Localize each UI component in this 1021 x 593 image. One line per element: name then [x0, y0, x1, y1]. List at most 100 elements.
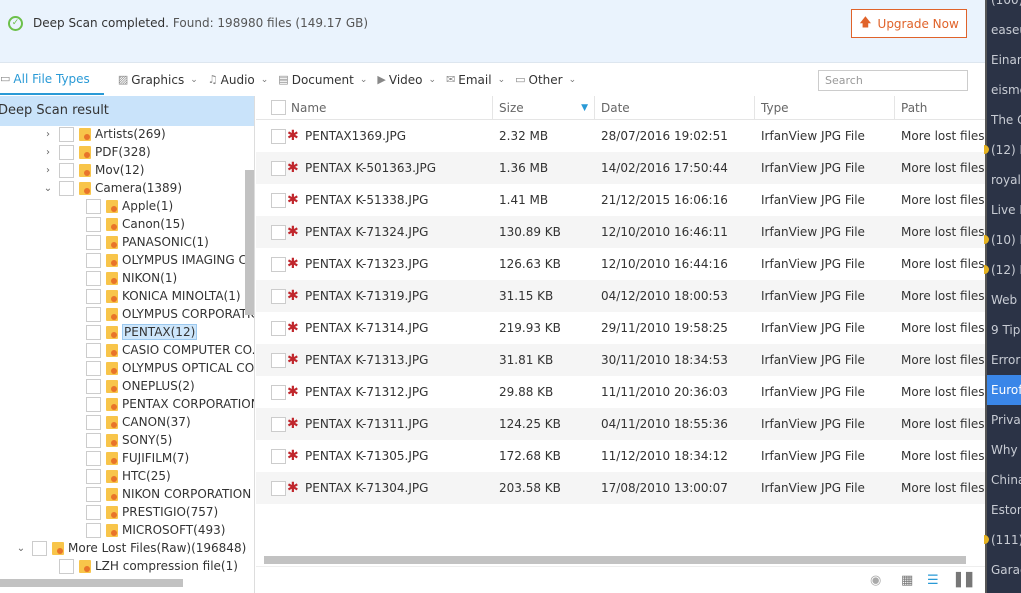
- tree-checkbox[interactable]: [86, 486, 101, 502]
- tree-node[interactable]: OLYMPUS IMAGING CO: [68, 251, 254, 269]
- table-row[interactable]: ✱ PENTAX K-71314.JPG 219.93 KB 29/11/2010 1…: [256, 312, 985, 344]
- tree-node[interactable]: Apple(1): [68, 197, 173, 215]
- tree-checkbox[interactable]: [32, 540, 47, 556]
- tree-checkbox[interactable]: [59, 162, 74, 178]
- tree-checkbox[interactable]: [86, 234, 101, 250]
- table-row[interactable]: ✱ PENTAX K-71313.JPG 31.81 KB 30/11/2010 18…: [256, 344, 985, 376]
- tree-node[interactable]: HTC(25): [68, 467, 171, 485]
- side-tab[interactable]: (100) I: [991, 0, 1021, 15]
- row-checkbox[interactable]: [271, 384, 286, 400]
- tree-node[interactable]: CANON(37): [68, 413, 191, 431]
- tree-checkbox[interactable]: [86, 252, 101, 268]
- table-row[interactable]: ✱ PENTAX K-71324.JPG 130.89 KB 12/10/2010 1…: [256, 216, 985, 248]
- preview-eye-icon[interactable]: ◉: [870, 573, 881, 588]
- table-row[interactable]: ✱ PENTAX K-51338.JPG 1.41 MB 21/12/2015 16:…: [256, 184, 985, 216]
- tree-checkbox[interactable]: [86, 198, 101, 214]
- tree-node[interactable]: LZH compression file(1): [41, 557, 238, 575]
- row-checkbox[interactable]: [271, 160, 286, 176]
- side-tab[interactable]: Estoni: [991, 495, 1021, 525]
- tree-node[interactable]: › Artists(269): [41, 125, 166, 143]
- tree-node[interactable]: PANASONIC(1): [68, 233, 209, 251]
- chevron-right-icon[interactable]: ›: [41, 147, 55, 158]
- tree-checkbox[interactable]: [59, 558, 74, 574]
- tree-node[interactable]: KONICA MINOLTA(1): [68, 287, 241, 305]
- tree-node[interactable]: Canon(15): [68, 215, 185, 233]
- tree-node[interactable]: FUJIFILM(7): [68, 449, 189, 467]
- table-row[interactable]: ✱ PENTAX K-71319.JPG 31.15 KB 04/12/2010 18…: [256, 280, 985, 312]
- chevron-down-icon[interactable]: ⌄: [360, 75, 368, 85]
- row-checkbox[interactable]: [271, 288, 286, 304]
- tree-checkbox[interactable]: [59, 144, 74, 160]
- tab-all-file-types[interactable]: ▭ All File Types: [0, 64, 104, 95]
- side-tab[interactable]: Privac: [991, 405, 1021, 435]
- chevron-down-icon[interactable]: ⌄: [190, 75, 198, 85]
- side-tab[interactable]: China': [991, 465, 1021, 495]
- tree-checkbox[interactable]: [86, 360, 101, 376]
- tree-checkbox[interactable]: [86, 288, 101, 304]
- tree-checkbox[interactable]: [86, 414, 101, 430]
- tree-node[interactable]: PENTAX(12): [68, 323, 198, 341]
- tree-checkbox[interactable]: [59, 126, 74, 142]
- tree-checkbox[interactable]: [86, 396, 101, 412]
- tree-checkbox[interactable]: [86, 306, 101, 322]
- tree-node[interactable]: NIKON CORPORATION: [68, 485, 251, 503]
- chevron-right-icon[interactable]: ›: [41, 165, 55, 176]
- tree-checkbox[interactable]: [86, 504, 101, 520]
- column-date[interactable]: Date: [595, 96, 755, 120]
- tree-node[interactable]: SONY(5): [68, 431, 172, 449]
- tree-node[interactable]: OLYMPUS OPTICAL CO: [68, 359, 254, 377]
- chevron-down-icon[interactable]: ⌄: [14, 543, 28, 554]
- row-checkbox[interactable]: [271, 256, 286, 272]
- side-tab[interactable]: (12) Fa: [991, 255, 1021, 285]
- table-row[interactable]: ✱ PENTAX K-71312.JPG 29.88 KB 11/11/2010 20…: [256, 376, 985, 408]
- search-input[interactable]: Search: [818, 70, 968, 91]
- detail-view-icon[interactable]: ▌▋: [956, 573, 976, 588]
- tree-node[interactable]: ⌄ More Lost Files(Raw)(196848): [14, 539, 246, 557]
- row-checkbox[interactable]: [271, 416, 286, 432]
- table-row[interactable]: ✱ PENTAX K-71305.JPG 172.68 KB 11/12/2010 1…: [256, 440, 985, 472]
- tree-checkbox[interactable]: [59, 180, 74, 196]
- tree-checkbox[interactable]: [86, 522, 101, 538]
- table-row[interactable]: ✱ PENTAX K-501363.JPG 1.36 MB 14/02/2016 17…: [256, 152, 985, 184]
- row-checkbox[interactable]: [271, 192, 286, 208]
- tree-checkbox[interactable]: [86, 324, 101, 340]
- list-view-icon[interactable]: ☰: [927, 573, 939, 588]
- tree-checkbox[interactable]: [86, 468, 101, 484]
- side-tab[interactable]: (111) S: [991, 525, 1021, 555]
- chevron-down-icon[interactable]: ⌄: [261, 75, 269, 85]
- tree-node[interactable]: ONEPLUS(2): [68, 377, 195, 395]
- side-tab[interactable]: Eurofi: [987, 375, 1021, 405]
- tab-other[interactable]: ▭ Other ⌄: [515, 73, 576, 87]
- row-checkbox[interactable]: [271, 224, 286, 240]
- side-tab[interactable]: Live Li: [991, 195, 1021, 225]
- tab-video[interactable]: ▶ Video ⌄: [377, 73, 436, 87]
- tree-checkbox[interactable]: [86, 342, 101, 358]
- table-row[interactable]: ✱ PENTAX1369.JPG 2.32 MB 28/07/2016 19:02:5…: [256, 120, 985, 152]
- side-tab[interactable]: 9 Tips: [991, 315, 1021, 345]
- table-row[interactable]: ✱ PENTAX K-71304.JPG 203.58 KB 17/08/2010 1…: [256, 472, 985, 504]
- tree-node[interactable]: ⌄ Camera(1389): [41, 179, 182, 197]
- side-tab[interactable]: eisme: [991, 75, 1021, 105]
- side-tab[interactable]: (12) M: [991, 135, 1021, 165]
- tree-node[interactable]: PENTAX CORPORATION: [68, 395, 254, 413]
- column-type[interactable]: Type: [755, 96, 895, 120]
- column-path[interactable]: Path: [895, 96, 985, 120]
- row-checkbox[interactable]: [271, 320, 286, 336]
- tree-checkbox[interactable]: [86, 216, 101, 232]
- tree-node[interactable]: OLYMPUS CORPORATIO: [68, 305, 254, 323]
- tab-document[interactable]: ▤ Document ⌄: [278, 73, 367, 87]
- chevron-down-icon[interactable]: ⌄: [41, 183, 55, 194]
- side-tab[interactable]: Garag: [991, 555, 1021, 585]
- row-checkbox[interactable]: [271, 448, 286, 464]
- tree-checkbox[interactable]: [86, 270, 101, 286]
- table-row[interactable]: ✱ PENTAX K-71323.JPG 126.63 KB 12/10/2010 1…: [256, 248, 985, 280]
- side-tab[interactable]: Why is: [991, 435, 1021, 465]
- grid-view-icon[interactable]: ▦: [901, 573, 913, 588]
- chevron-right-icon[interactable]: ›: [41, 129, 55, 140]
- row-checkbox[interactable]: [271, 128, 286, 144]
- side-tab[interactable]: (10) IS: [991, 225, 1021, 255]
- upgrade-button[interactable]: 🡅 Upgrade Now: [851, 9, 967, 38]
- chevron-down-icon[interactable]: ⌄: [429, 75, 437, 85]
- side-tab[interactable]: Error 4: [991, 345, 1021, 375]
- side-tab[interactable]: royal I: [991, 165, 1021, 195]
